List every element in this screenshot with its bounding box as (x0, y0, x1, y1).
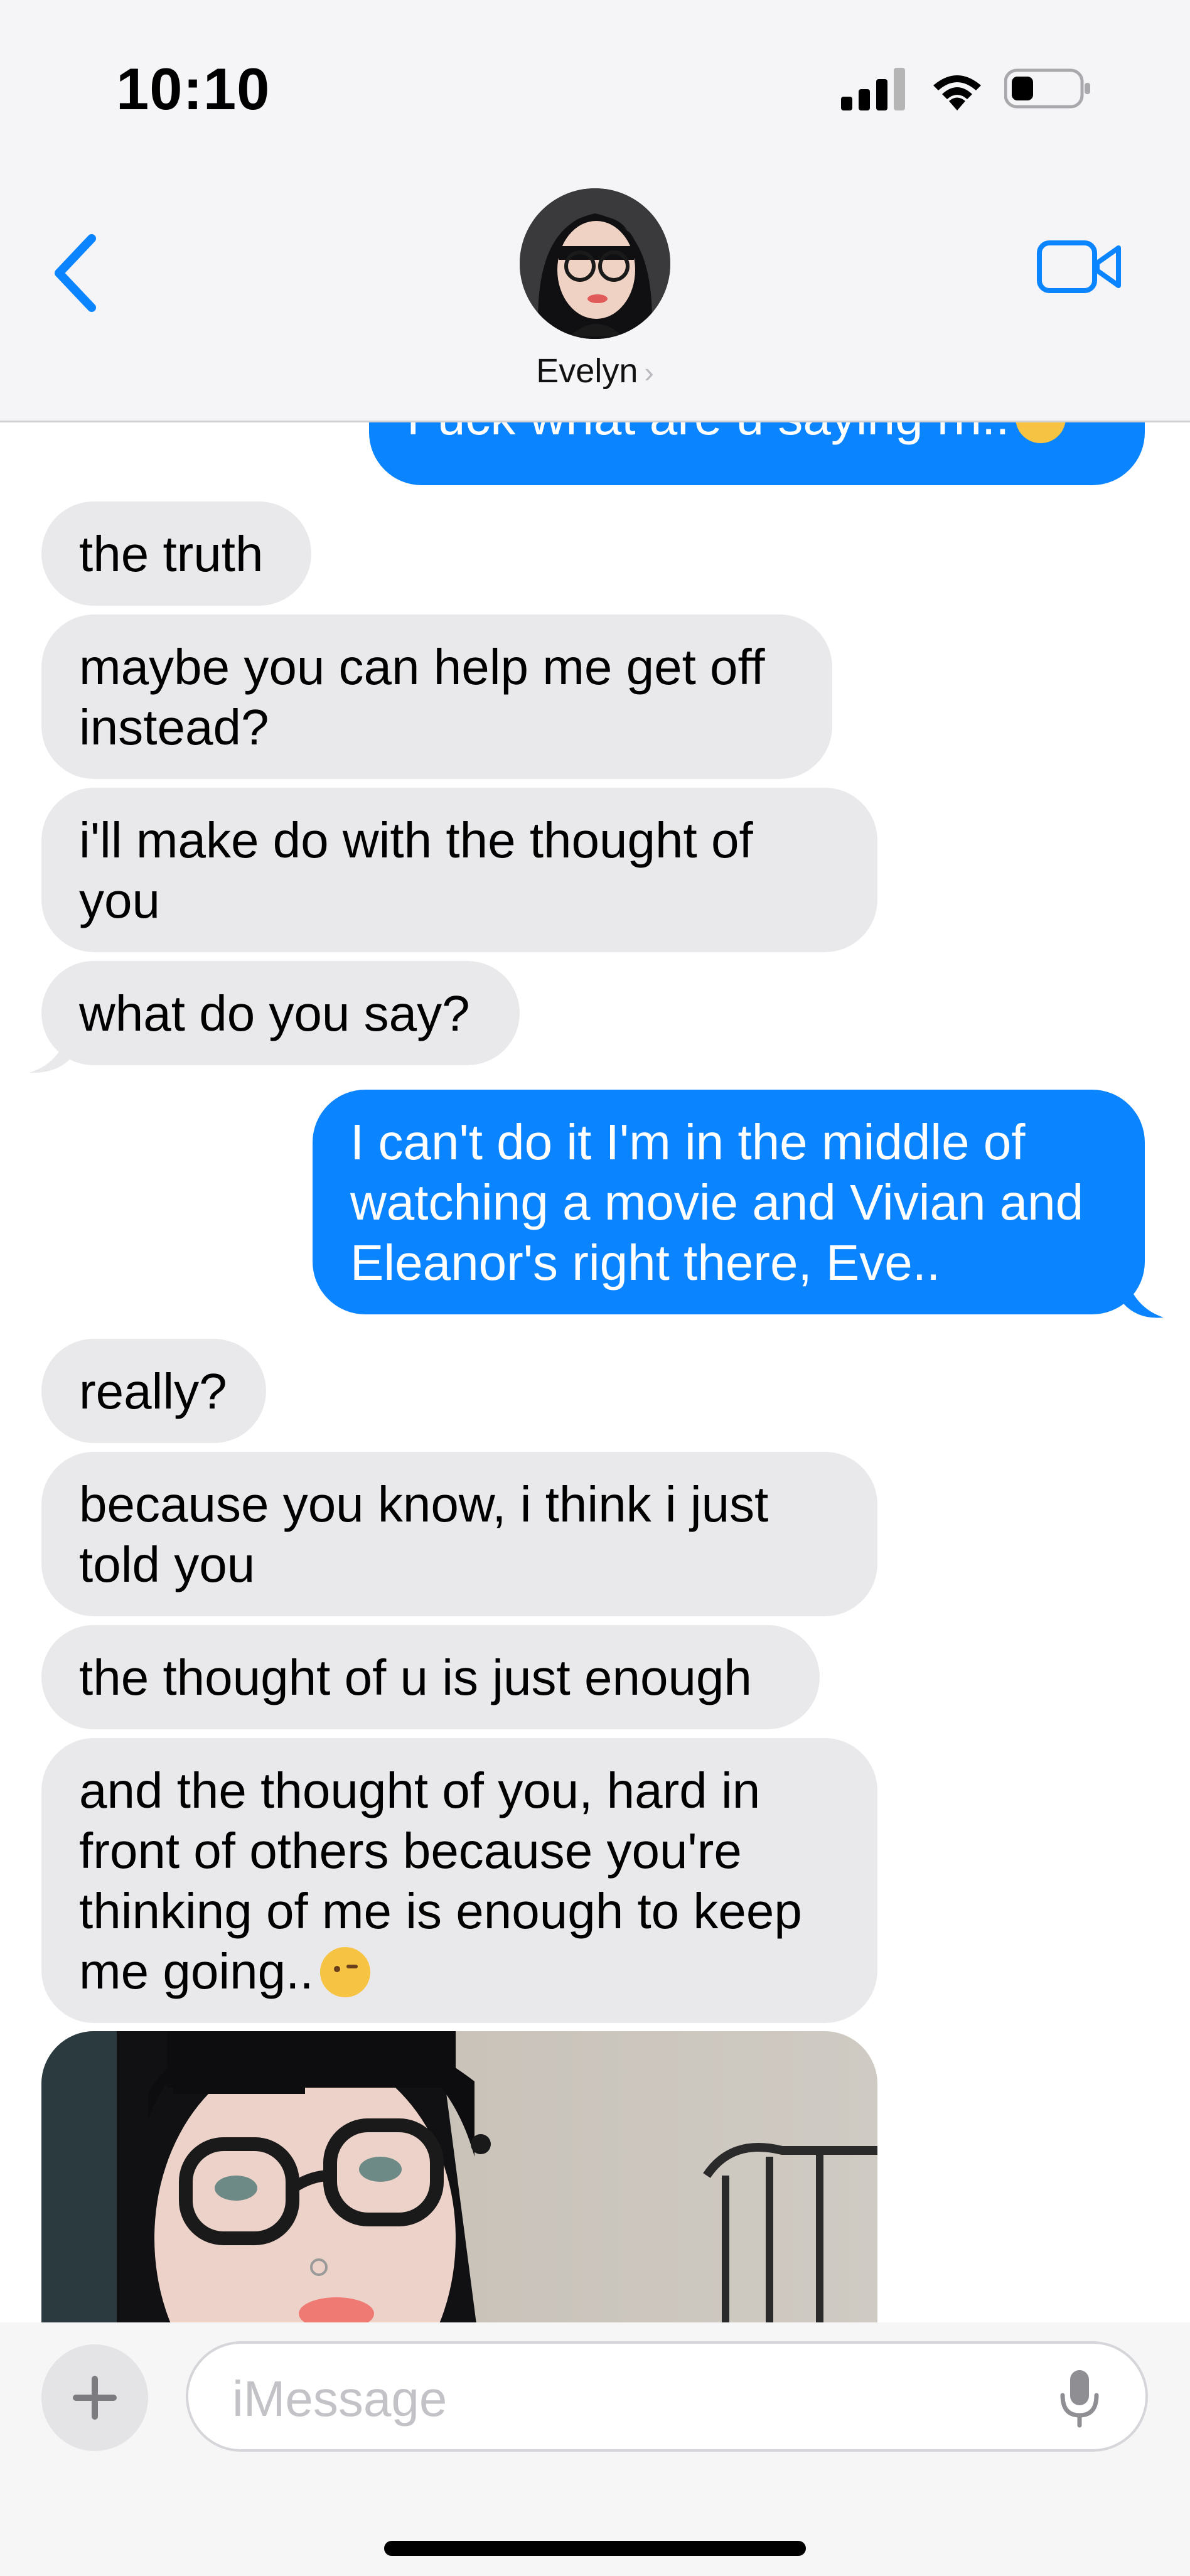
message-input[interactable]: iMessage (186, 2341, 1148, 2452)
incoming-message[interactable]: i'll make do with the thought of you (41, 788, 877, 952)
contact-photo (520, 188, 670, 339)
message-text: I can't do it I'm in the middle of watch… (350, 1114, 1084, 1291)
outgoing-message[interactable]: Fuck what are u saying rn.. (369, 422, 1145, 485)
contact-name-label: Evelyn (536, 352, 638, 390)
status-bar: 10:10 (0, 0, 1190, 163)
outgoing-message[interactable]: I can't do it I'm in the middle of watch… (313, 1090, 1145, 1314)
mic-icon[interactable] (1058, 2368, 1102, 2428)
message-text: what do you say? (79, 985, 470, 1041)
incoming-message[interactable]: the truth (41, 502, 311, 606)
message-text: really? (79, 1363, 227, 1419)
plus-icon (73, 2376, 117, 2420)
winking-face-emoji-icon (319, 1947, 370, 1997)
battery-icon (1004, 68, 1090, 109)
incoming-message[interactable]: what do you say? (41, 961, 520, 1065)
wifi-icon (933, 75, 981, 110)
message-tail (1123, 1265, 1164, 1318)
incoming-message[interactable]: because you know, i think i just told yo… (41, 1452, 877, 1616)
message-text: the truth (79, 526, 264, 582)
video-camera-icon[interactable] (1036, 235, 1123, 298)
message-text: maybe you can help me get off instead? (79, 639, 765, 755)
message-text: the thought of u is just enough (79, 1650, 752, 1705)
home-indicator[interactable] (384, 2541, 806, 2556)
composer-bar: iMessage (0, 2322, 1190, 2576)
photo-image (41, 2031, 877, 2322)
back-chevron-icon[interactable] (50, 232, 100, 314)
incoming-message[interactable]: and the thought of you, hard in front of… (41, 1738, 877, 2023)
photo-attachment[interactable] (41, 2031, 877, 2322)
signal-icon (841, 68, 905, 110)
chevron-right-icon: › (644, 356, 654, 389)
contact-name[interactable]: Evelyn › (0, 352, 1190, 390)
conversation-header: Evelyn › (0, 163, 1190, 422)
incoming-message[interactable]: maybe you can help me get off instead? (41, 614, 832, 779)
message-text: Fuck what are u saying rn.. (407, 422, 1009, 445)
status-time: 10:10 (116, 56, 271, 122)
message-thread[interactable]: Fuck what are u saying rn.. the truth ma… (0, 422, 1190, 2322)
incoming-message[interactable]: the thought of u is just enough (41, 1625, 820, 1729)
message-text: and the thought of you, hard in front of… (79, 1763, 802, 1999)
message-text: because you know, i think i just told yo… (79, 1476, 769, 1592)
message-tail (29, 1025, 69, 1073)
avatar[interactable] (520, 188, 670, 339)
emoji-icon (1016, 422, 1066, 443)
plus-button[interactable] (41, 2344, 148, 2451)
message-input-placeholder: iMessage (232, 2371, 448, 2427)
message-text: i'll make do with the thought of you (79, 812, 753, 928)
incoming-message[interactable]: really? (41, 1339, 266, 1443)
